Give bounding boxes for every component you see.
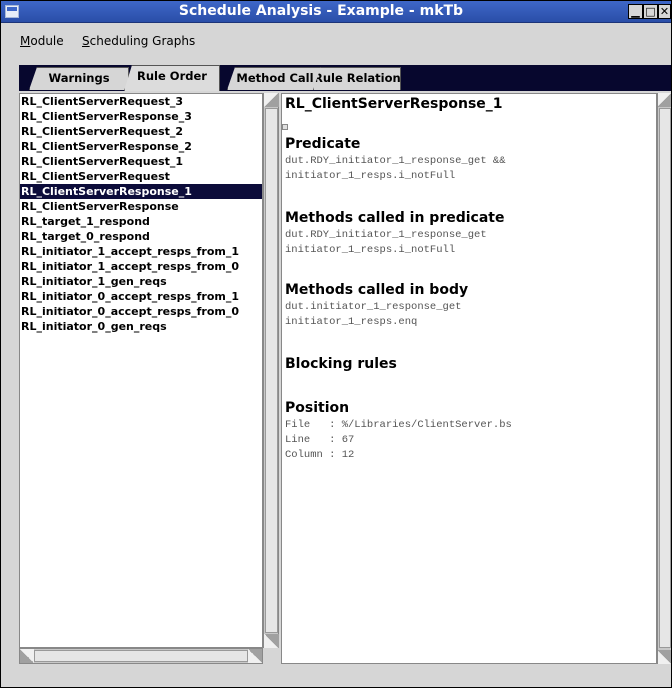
title-bar[interactable]: Schedule Analysis - Example - mkTb ▁ □ ✕ (1, 1, 671, 23)
predicate-heading: Predicate (285, 136, 361, 152)
scroll-down-arrow-icon[interactable] (264, 634, 279, 648)
minimize-button[interactable]: ▁ (628, 4, 643, 19)
list-item[interactable]: RL_ClientServerResponse_2 (20, 139, 262, 154)
scroll-down-arrow-icon[interactable] (658, 650, 671, 664)
list-item[interactable]: RL_ClientServerRequest_1 (20, 154, 262, 169)
list-item[interactable]: RL_ClientServerRequest_2 (20, 124, 262, 139)
blocking-rules-section: Blocking rules (285, 356, 397, 374)
methods-in-predicate-heading: Methods called in predicate (285, 210, 505, 226)
detail-vertical-scrollbar[interactable] (657, 93, 671, 664)
tab-warnings[interactable]: Warnings (29, 67, 129, 90)
list-item[interactable]: RL_target_1_respond (20, 214, 262, 229)
menu-graphs-label: cheduling Graphs (89, 34, 196, 48)
position-text: File : %/Libraries/ClientServer.bs Line … (285, 419, 512, 461)
rule-detail-pane: RL_ClientServerResponse_1 Predicate dut.… (281, 93, 657, 664)
tab-strip: Warnings Rule Order Method Call Rule Rel… (19, 65, 671, 91)
list-item[interactable]: RL_initiator_1_accept_resps_from_0 (20, 259, 262, 274)
list-item[interactable]: RL_initiator_1_accept_resps_from_1 (20, 244, 262, 259)
menu-scheduling-graphs[interactable]: Scheduling Graphs (82, 34, 195, 48)
rule-list[interactable]: RL_ClientServerRequest_3 RL_ClientServer… (19, 93, 263, 648)
methods-in-predicate-text: dut.RDY_initiator_1_response_get initiat… (285, 229, 487, 256)
menu-graphs-mnemonic: S (82, 34, 90, 48)
window-title: Schedule Analysis - Example - mkTb (178, 3, 464, 19)
menu-module-label: odule (30, 34, 64, 48)
menu-bar: Module Scheduling Graphs (1, 24, 671, 58)
predicate-text: dut.RDY_initiator_1_response_get && init… (285, 155, 506, 182)
scroll-right-arrow-icon[interactable] (248, 649, 262, 663)
tab-rule-relations[interactable]: Rule Relations (313, 67, 401, 90)
scroll-left-arrow-icon[interactable] (20, 649, 34, 663)
list-item[interactable]: RL_initiator_1_gen_reqs (20, 274, 262, 289)
list-item[interactable]: RL_initiator_0_accept_resps_from_0 (20, 304, 262, 319)
scroll-thumb[interactable] (265, 108, 278, 633)
splitter-handle[interactable] (282, 124, 288, 130)
list-item[interactable]: RL_ClientServerRequest_3 (20, 94, 262, 109)
scroll-thumb[interactable] (659, 108, 671, 648)
status-bar (1, 667, 671, 687)
methods-in-body-text: dut.initiator_1_response_get initiator_1… (285, 301, 462, 328)
list-item[interactable]: RL_ClientServerRequest (20, 169, 262, 184)
scroll-up-arrow-icon[interactable] (264, 93, 279, 107)
rule-detail-title: RL_ClientServerResponse_1 (285, 96, 503, 112)
maximize-button[interactable]: □ (643, 4, 658, 19)
list-item[interactable]: RL_initiator_0_accept_resps_from_1 (20, 289, 262, 304)
rule-order-panel: RL_ClientServerRequest_3 RL_ClientServer… (19, 91, 671, 667)
tab-method-call[interactable]: Method Call (227, 67, 323, 90)
methods-in-body-heading: Methods called in body (285, 282, 469, 298)
position-section: Position File : %/Libraries/ClientServer… (285, 400, 512, 463)
scroll-thumb[interactable] (34, 650, 248, 662)
rule-list-vertical-scrollbar[interactable] (263, 93, 279, 648)
list-item[interactable]: RL_target_0_respond (20, 229, 262, 244)
methods-in-body-section: Methods called in body dut.initiator_1_r… (285, 282, 468, 330)
menu-module[interactable]: Module (20, 34, 64, 48)
tab-rule-order[interactable]: Rule Order (124, 65, 220, 91)
position-heading: Position (285, 400, 350, 416)
blocking-rules-heading: Blocking rules (285, 356, 397, 372)
close-button[interactable]: ✕ (658, 4, 671, 19)
list-item-selected[interactable]: RL_ClientServerResponse_1 (20, 184, 262, 199)
predicate-section: Predicate dut.RDY_initiator_1_response_g… (285, 136, 506, 184)
scroll-up-arrow-icon[interactable] (658, 93, 671, 107)
app-window: Schedule Analysis - Example - mkTb ▁ □ ✕… (0, 0, 672, 688)
list-item[interactable]: RL_ClientServerResponse (20, 199, 262, 214)
list-item[interactable]: RL_initiator_0_gen_reqs (20, 319, 262, 334)
rule-list-horizontal-scrollbar[interactable] (19, 648, 263, 664)
methods-in-predicate-section: Methods called in predicate dut.RDY_init… (285, 210, 504, 258)
list-item[interactable]: RL_ClientServerResponse_3 (20, 109, 262, 124)
menu-module-mnemonic: M (20, 34, 31, 48)
